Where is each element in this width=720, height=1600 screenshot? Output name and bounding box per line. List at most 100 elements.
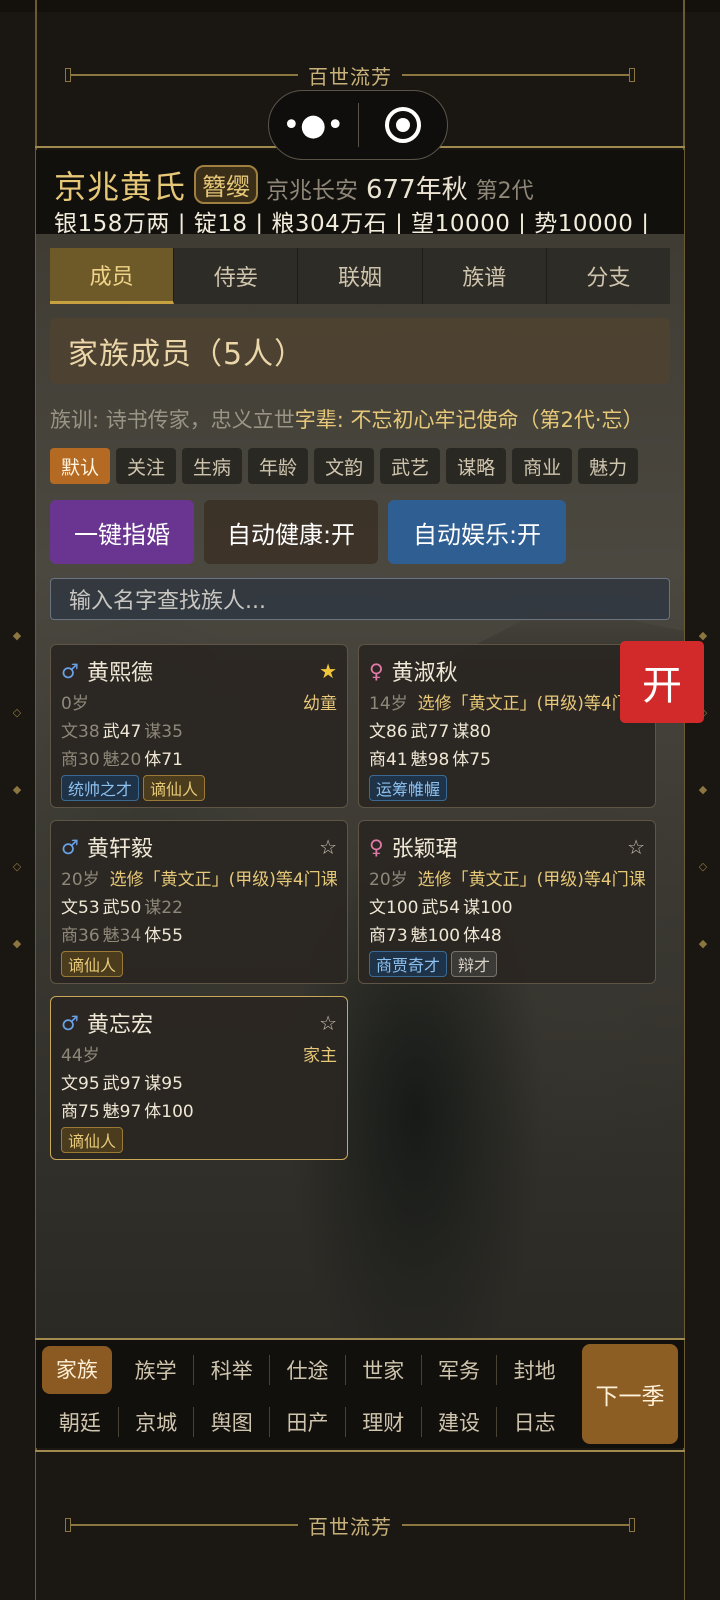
filter-business[interactable]: 商业	[512, 448, 573, 484]
game-date: 677年秋	[366, 175, 468, 205]
nav-land[interactable]: 田产	[269, 1407, 345, 1437]
section-title-box: 家族成员（5人）	[50, 318, 670, 384]
star-outline-icon[interactable]: ☆	[319, 1011, 337, 1035]
nav-court[interactable]: 朝廷	[42, 1407, 118, 1437]
trait-tag: 谪仙人	[61, 1127, 124, 1153]
member-name: 黄熙德	[86, 661, 153, 686]
close-miniprogram-icon[interactable]	[359, 107, 448, 143]
stats-row-2: 商73 魅100 体48	[369, 925, 502, 946]
female-icon: ♀	[369, 659, 384, 683]
generation: 第2代	[475, 179, 534, 204]
miniprogram-capsule[interactable]: •●•	[268, 90, 448, 160]
member-tabs: 成员 侍妾 联姻 族谱 分支	[50, 248, 670, 304]
member-card[interactable]: ♀ 张颖珺 ☆ 20岁 选修「黄文正」(甲级)等4门课 文100 武54 谋10…	[358, 820, 656, 984]
member-search-input[interactable]: 输入名字查找族人...	[50, 578, 670, 620]
stats-row-2: 商30 魅20 体71	[61, 749, 183, 770]
trait-tag: 谪仙人	[143, 775, 206, 801]
tab-branches[interactable]: 分支	[547, 248, 670, 304]
banner-title: 百世流芳	[308, 1514, 392, 1539]
trait-tags: 运筹帷幄	[369, 771, 645, 805]
member-age: 44岁	[61, 1045, 100, 1066]
stats-row-1: 文38 武47 谋35	[61, 721, 183, 742]
member-status: 选修「黄文正」(甲级)等4门课	[109, 869, 337, 890]
tab-marriage[interactable]: 联姻	[298, 248, 423, 304]
trait-tag: 辩才	[451, 951, 498, 977]
member-name: 黄淑秋	[391, 661, 458, 686]
tab-members[interactable]: 成员	[50, 248, 175, 304]
clan-location: 京兆长安	[266, 178, 359, 204]
status-bar	[0, 0, 720, 12]
member-age: 0岁	[61, 693, 89, 714]
filter-charm[interactable]: 魅力	[578, 448, 639, 484]
tab-concubines[interactable]: 侍妾	[174, 248, 299, 304]
nav-log[interactable]: 日志	[496, 1407, 572, 1437]
section-title: 家族成员（5人）	[68, 337, 306, 372]
trait-tag: 商贾奇才	[369, 951, 448, 977]
clan-header: 京兆黄氏 簪缨 京兆长安 677年秋 第2代 银158万两 | 锭18 | 粮3…	[36, 150, 684, 234]
action-buttons: 一键指婚 自动健康:开 自动娱乐:开	[50, 500, 566, 564]
male-icon: ♂	[61, 835, 79, 859]
trait-tags: 谪仙人	[61, 1123, 337, 1157]
member-card[interactable]: ♂ 黄熙德 ★ 0岁 幼童 文38 武47 谋35 商30 魅20 体71 统帅…	[50, 644, 348, 808]
nav-build[interactable]: 建设	[420, 1407, 497, 1437]
nav-finance[interactable]: 理财	[344, 1407, 421, 1437]
generation-names: 字辈: 不忘初心牢记使命（第2代·忘）	[294, 408, 644, 432]
filter-follow[interactable]: 关注	[116, 448, 177, 484]
member-name: 黄忘宏	[86, 1013, 153, 1038]
member-age: 20岁	[61, 869, 100, 890]
main-panel: 成员 侍妾 联姻 族谱 分支 家族成员（5人） 族训: 诗书传家，忠义立世字辈:…	[36, 234, 684, 1340]
member-age: 14岁	[369, 693, 408, 714]
stats-row-1: 文95 武97 谋95	[61, 1073, 183, 1094]
filter-martial[interactable]: 武艺	[380, 448, 441, 484]
filter-literature[interactable]: 文韵	[314, 448, 375, 484]
member-card[interactable]: ♂ 黄忘宏 ☆ 44岁 家主 文95 武97 谋95 商75 魅97 体100 …	[50, 996, 348, 1160]
clan-rule: 族训: 诗书传家，忠义立世	[50, 408, 295, 432]
stats-row-2: 商75 魅97 体100	[61, 1101, 194, 1122]
star-icon[interactable]: ★	[319, 659, 337, 683]
member-age: 20岁	[369, 869, 408, 890]
member-card[interactable]: ♀ 黄淑秋 14岁 选修「黄文正」(甲级)等4门课 文86 武77 谋80 商4…	[358, 644, 656, 808]
banner-title: 百世流芳	[308, 64, 392, 89]
open-floating-button[interactable]: 开	[620, 641, 704, 723]
stats-row-1: 文100 武54 谋100	[369, 897, 513, 918]
filter-default[interactable]: 默认	[50, 448, 111, 484]
bottom-navigation: 家族 族学 科举 仕途 世家 军务 封地 朝廷 京城 舆图 田产 理财 建设 日…	[36, 1340, 684, 1448]
nav-clan[interactable]: 家族	[42, 1346, 112, 1394]
one-click-marry-button[interactable]: 一键指婚	[50, 500, 194, 564]
member-name: 张颖珺	[391, 837, 458, 862]
auto-health-toggle[interactable]: 自动健康:开	[204, 500, 378, 564]
filter-age[interactable]: 年龄	[248, 448, 309, 484]
sort-filters: 默认 关注 生病 年龄 文韵 武艺 谋略 商业 魅力	[50, 448, 639, 484]
auto-entertainment-toggle[interactable]: 自动娱乐:开	[388, 500, 566, 564]
nav-school[interactable]: 族学	[118, 1355, 194, 1385]
male-icon: ♂	[61, 659, 79, 683]
left-ornament: ◆ ◇ ◆ ◇ ◆	[12, 629, 22, 950]
bottom-banner: 百世流芳	[65, 1513, 635, 1539]
nav-career[interactable]: 仕途	[269, 1355, 345, 1385]
filter-sick[interactable]: 生病	[182, 448, 243, 484]
trait-tag: 运筹帷幄	[369, 775, 448, 801]
nav-fief[interactable]: 封地	[496, 1355, 572, 1385]
star-outline-icon[interactable]: ☆	[627, 835, 645, 859]
nav-families[interactable]: 世家	[344, 1355, 421, 1385]
member-card[interactable]: ♂ 黄轩毅 ☆ 20岁 选修「黄文正」(甲级)等4门课 文53 武50 谋22 …	[50, 820, 348, 984]
trait-tags: 统帅之才 谪仙人	[61, 771, 337, 805]
trait-tag: 统帅之才	[61, 775, 140, 801]
member-status: 家主	[303, 1045, 337, 1066]
next-season-button[interactable]: 下一季	[582, 1344, 678, 1444]
clan-name: 京兆黄氏	[54, 168, 187, 206]
clan-rank-badge: 簪缨	[194, 165, 259, 204]
resources-line: 银158万两 | 锭18 | 粮304万石 | 望10000 | 势10000 …	[54, 211, 650, 234]
nav-exam[interactable]: 科举	[193, 1355, 269, 1385]
stats-row-1: 文53 武50 谋22	[61, 897, 183, 918]
star-outline-icon[interactable]: ☆	[319, 835, 337, 859]
filter-strategy[interactable]: 谋略	[446, 448, 507, 484]
member-name: 黄轩毅	[86, 837, 153, 862]
nav-map[interactable]: 舆图	[193, 1407, 269, 1437]
more-menu-icon[interactable]: •●•	[269, 108, 358, 143]
nav-capital[interactable]: 京城	[117, 1407, 194, 1437]
trait-tag: 谪仙人	[61, 951, 124, 977]
nav-military[interactable]: 军务	[420, 1355, 497, 1385]
tab-genealogy[interactable]: 族谱	[423, 248, 547, 304]
female-icon: ♀	[369, 835, 384, 859]
